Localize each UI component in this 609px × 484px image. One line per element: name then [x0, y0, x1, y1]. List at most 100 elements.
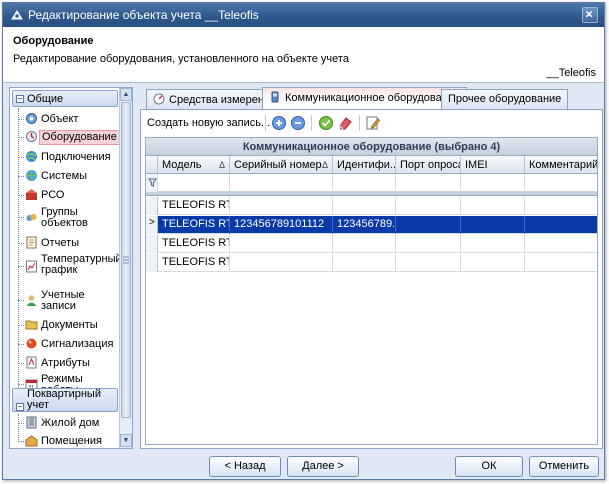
scrollbar-thumb[interactable]	[121, 102, 131, 418]
grid-header-row: Модель Δ Серийный номер Δ Идентифи... Порт…	[146, 156, 597, 174]
column-header-identifier[interactable]: Идентифи...	[333, 156, 396, 174]
sidebar-item-systems[interactable]: Системы	[18, 167, 118, 185]
filter-icon	[148, 178, 157, 187]
ok-button[interactable]: ОК	[455, 456, 523, 477]
object-name-label: __Teleofis	[546, 67, 596, 79]
column-header-label: Серийный номер	[234, 159, 322, 171]
cell-model: TELEOFIS RT...	[158, 254, 230, 272]
nav-group-general[interactable]: – Общие	[12, 90, 118, 107]
equipment-icon	[26, 131, 37, 142]
column-header-comment[interactable]: Комментарий	[525, 156, 597, 174]
close-icon	[585, 10, 593, 18]
row-indicator-header	[146, 156, 158, 174]
row-indicator	[146, 254, 158, 272]
tree-connector	[18, 176, 24, 177]
close-button[interactable]	[582, 7, 598, 23]
table-row-selected[interactable]: > TELEOFIS RT... 123456789101112 1234567…	[146, 216, 597, 234]
cancel-button[interactable]: Отменить	[529, 456, 599, 477]
column-header-label: Комментарий	[529, 159, 597, 171]
sidebar-item-alarm[interactable]: Сигнализация	[18, 335, 118, 353]
nav-group-label: Поквартирный учет	[27, 388, 101, 411]
nav-group-apartment-accounting[interactable]: – Поквартирный учет	[12, 388, 118, 412]
tree-connector	[18, 441, 24, 442]
app-logo-icon	[11, 10, 23, 20]
column-header-label: Порт опроса	[400, 159, 461, 171]
sidebar-item-label: Группы объектов	[41, 206, 88, 229]
tree-connector	[18, 243, 24, 244]
row-indicator	[146, 235, 158, 253]
cell-serial: 123456789101112	[230, 216, 333, 234]
equipment-tabs: Средства измерения Коммуникационное обор…	[140, 87, 603, 449]
scroll-down-icon[interactable]: ▼	[120, 434, 132, 447]
systems-icon	[26, 170, 37, 181]
sidebar-item-attributes[interactable]: Атрибуты	[18, 354, 118, 372]
next-button[interactable]: Далее >	[287, 456, 359, 477]
collapse-toggle-icon[interactable]: –	[16, 95, 24, 103]
sidebar-scrollbar[interactable]: ▲ ▼	[119, 88, 132, 448]
filter-cell[interactable]	[461, 174, 525, 192]
column-header-poll-port[interactable]: Порт опроса	[396, 156, 461, 174]
sidebar-item-object-groups[interactable]: Группы объектов	[18, 205, 118, 231]
table-row[interactable]: TELEOFIS RT...	[146, 235, 597, 253]
toolbar-separator	[359, 115, 360, 131]
sidebar-nav: – Общие Объект Оборудование Подключения …	[9, 87, 133, 449]
sidebar-item-label: Отчеты	[41, 237, 80, 249]
tab-other-equipment[interactable]: Прочее оборудование	[441, 89, 569, 109]
filter-cell[interactable]	[158, 174, 230, 192]
sidebar-item-object[interactable]: Объект	[18, 110, 118, 128]
cell-model: TELEOFIS RT...	[158, 235, 230, 253]
connections-icon	[26, 151, 37, 162]
sidebar-item-documents[interactable]: Документы	[18, 316, 118, 334]
eraser-icon[interactable]	[337, 115, 353, 131]
object-groups-icon	[26, 214, 37, 221]
collapse-toggle-icon[interactable]: –	[16, 403, 24, 411]
cell-poll-port	[396, 254, 461, 272]
tree-connector	[18, 414, 19, 440]
tab-communication-equipment[interactable]: Коммуникационное оборудование	[262, 87, 468, 110]
table-row[interactable]: TELEOFIS RT...	[146, 197, 597, 215]
scroll-up-icon[interactable]: ▲	[120, 88, 132, 101]
sidebar-item-accounts[interactable]: Учетные записи	[18, 288, 118, 314]
remove-icon[interactable]	[290, 115, 306, 131]
grid-separator	[146, 192, 597, 196]
toolbar-separator	[311, 115, 312, 131]
sidebar-item-label: Атрибуты	[41, 357, 90, 369]
sidebar-item-temperature-chart[interactable]: Температурный график	[18, 252, 122, 288]
sidebar-item-connections[interactable]: Подключения	[18, 148, 118, 166]
table-row[interactable]: TELEOFIS RT...	[146, 254, 597, 272]
edit-object-window: Редактирование объекта учета __Teleofis …	[2, 2, 605, 480]
modem-icon	[271, 91, 279, 103]
tree-connector	[18, 266, 24, 267]
column-header-imei[interactable]: IMEI	[461, 156, 525, 174]
filter-cell[interactable]	[396, 174, 461, 192]
cell-serial	[230, 254, 333, 272]
column-header-serial[interactable]: Серийный номер Δ	[230, 156, 333, 174]
add-icon[interactable]	[271, 115, 287, 131]
filter-cell[interactable]	[525, 174, 597, 192]
tree-connector	[18, 325, 24, 326]
back-button[interactable]: < Назад	[209, 456, 281, 477]
cell-model: TELEOFIS RT...	[158, 216, 230, 234]
filter-cell[interactable]	[333, 174, 396, 192]
sidebar-item-equipment[interactable]: Оборудование	[18, 128, 120, 146]
check-icon[interactable]	[318, 115, 334, 131]
rooms-icon	[25, 435, 38, 447]
sidebar-item-reports[interactable]: Отчеты	[18, 234, 118, 252]
edit-icon[interactable]	[365, 115, 381, 131]
meter-icon	[153, 93, 165, 105]
sidebar-item-rso[interactable]: РСО	[18, 186, 118, 204]
cell-imei	[461, 216, 525, 234]
grid-group-title: Коммуникационное оборудование (выбрано 4…	[146, 138, 597, 156]
reports-icon	[26, 236, 37, 249]
house-icon	[26, 416, 37, 429]
cell-identifier: 123456789...	[333, 216, 396, 234]
sidebar-item-house[interactable]: Жилой дом	[18, 414, 118, 432]
column-header-label: Идентифи...	[337, 159, 396, 171]
create-record-button[interactable]: Создать новую запись...	[147, 117, 270, 129]
nav-group-label: Общие	[27, 93, 64, 105]
sidebar-item-label: Системы	[41, 170, 88, 182]
column-header-model[interactable]: Модель Δ	[158, 156, 230, 174]
sidebar-item-rooms[interactable]: Помещения	[18, 432, 118, 448]
filter-cell[interactable]	[230, 174, 333, 192]
cell-imei	[461, 254, 525, 272]
